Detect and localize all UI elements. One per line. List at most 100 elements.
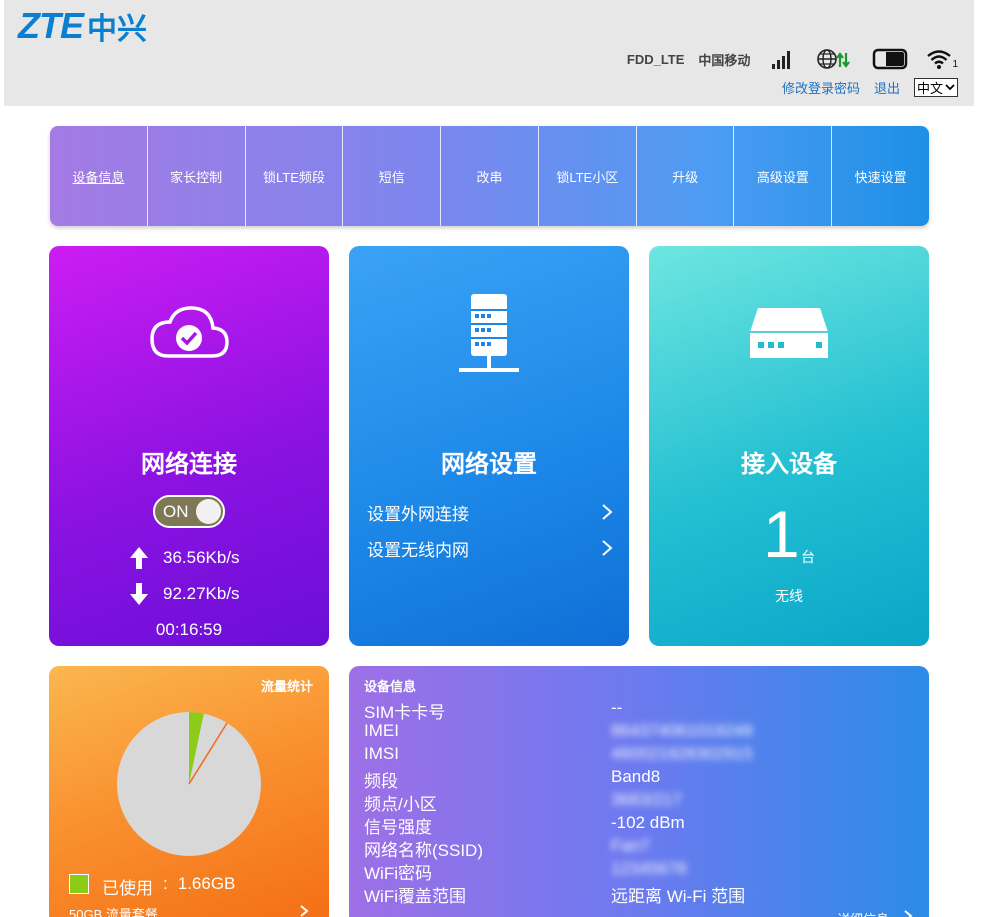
details-link[interactable]: 详细信息	[837, 909, 913, 917]
link-label: 设置无线内网	[367, 540, 469, 560]
nav-advanced-settings[interactable]: 高级设置	[734, 126, 833, 226]
logo-text: ZTE	[18, 5, 84, 46]
info-key: 网络名称(SSID)	[364, 841, 483, 860]
network-connection-card: 网络连接 ON 36.56Kb/s 92.27Kb/s 00:16:59	[49, 246, 329, 646]
router-icon	[750, 308, 828, 358]
used-value: 1.66GB	[177, 874, 236, 893]
info-key: WiFi覆盖范围	[364, 887, 466, 906]
connection-toggle[interactable]: ON	[153, 495, 225, 528]
info-row-sim: SIM卡卡号 --	[364, 698, 914, 722]
device-type: 无线	[775, 588, 803, 604]
card-title: 接入设备	[741, 451, 837, 478]
wan-settings-link[interactable]: 设置外网连接	[367, 499, 613, 525]
nav-label: 快速设置	[854, 169, 907, 185]
info-key: 信号强度	[364, 818, 432, 837]
info-value: 12345678	[611, 859, 687, 878]
device-unit: 台	[801, 549, 815, 565]
cloud-check-icon	[150, 306, 229, 358]
zte-logo: ZTE 中兴	[18, 5, 147, 47]
chevron-right-icon	[602, 540, 613, 556]
lan-settings-link[interactable]: 设置无线内网	[367, 535, 613, 561]
used-legend-swatch	[69, 874, 89, 894]
nav-label: 锁LTE小区	[556, 169, 619, 185]
nav-device-info[interactable]: 设备信息	[50, 126, 148, 226]
nav-upgrade[interactable]: 升级	[637, 126, 735, 226]
download-speed: 92.27Kb/s	[163, 584, 240, 603]
card-title: 网络连接	[141, 451, 237, 478]
chevron-right-icon	[904, 910, 913, 917]
plan-label: 50GB 流量套餐	[69, 907, 158, 917]
info-value: 864374061019248	[611, 721, 753, 740]
used-separator: :	[163, 874, 168, 893]
toggle-label: ON	[163, 502, 189, 521]
info-key: IMSI	[364, 744, 399, 763]
nav-label: 家长控制	[170, 169, 223, 185]
upload-speed-row: 36.56Kb/s	[129, 546, 240, 570]
used-legend: 已使用 : 1.66GB	[102, 874, 235, 899]
nav-lock-lte-cell[interactable]: 锁LTE小区	[539, 126, 637, 226]
wifi-icon: 1	[926, 48, 958, 70]
info-value: -102 dBm	[611, 813, 685, 832]
info-value: Band8	[611, 767, 661, 786]
details-label: 详细信息	[837, 909, 889, 917]
link-label: 设置外网连接	[367, 504, 469, 524]
nav-label: 设备信息	[72, 169, 125, 185]
nav-label: 升级	[672, 169, 699, 185]
info-value: --	[611, 698, 623, 717]
nav-lock-lte-band[interactable]: 锁LTE频段	[246, 126, 344, 226]
nav-label: 短信	[378, 169, 405, 185]
device-count: 1	[763, 497, 800, 571]
chevron-right-icon	[300, 905, 309, 917]
info-key: IMEI	[364, 721, 399, 740]
nav-label: 高级设置	[756, 169, 809, 185]
card-title: 设备信息	[364, 679, 417, 694]
info-value: 460021928302915	[611, 744, 753, 763]
info-value: Fan7	[611, 836, 650, 855]
chevron-right-icon	[602, 504, 613, 520]
nav-change-imei[interactable]: 改串	[441, 126, 539, 226]
arrow-down-icon	[130, 583, 148, 605]
info-key: 频段	[364, 772, 398, 791]
language-value: 中文	[916, 80, 943, 96]
download-speed-row: 92.27Kb/s	[129, 582, 240, 606]
change-password-link[interactable]: 修改登录密码	[782, 78, 860, 97]
info-key: 频点/小区	[364, 795, 437, 814]
data-usage-card: 流量统计 已使用 : 1.66GB 50GB 流量套餐	[49, 666, 329, 917]
used-label: 已使用	[102, 879, 153, 898]
info-row-signal: 信号强度 -102 dBm	[364, 813, 914, 837]
signal-icon	[772, 49, 791, 69]
network-type-label: FDD_LTE	[626, 51, 685, 67]
language-select[interactable]: 中文	[913, 77, 958, 97]
usage-pie	[117, 712, 261, 856]
info-value: 3683/217	[611, 790, 682, 809]
nav-parental-control[interactable]: 家长控制	[148, 126, 246, 226]
logout-link[interactable]: 退出	[874, 78, 900, 97]
info-value: 远距离 Wi-Fi 范围	[611, 887, 746, 906]
connected-devices-card: 接入设备 1 台 无线	[649, 246, 929, 646]
sim-icon	[872, 48, 908, 70]
status-row: FDD_LTE 中国移动 1	[627, 46, 958, 72]
connection-duration: 00:16:59	[155, 620, 223, 639]
info-key: SIM卡卡号	[364, 703, 446, 722]
info-row-imei: IMEI 864374061019248	[364, 721, 914, 743]
server-icon	[459, 294, 519, 372]
info-row-band: 频段 Band8	[364, 767, 914, 791]
globe-data-icon	[816, 48, 851, 70]
header-links: 修改登录密码 退出 中文	[782, 76, 958, 98]
info-key: WiFi密码	[364, 864, 432, 883]
main-nav: 设备信息 家长控制 锁LTE频段 短信 改串 锁LTE小区 升级 高级设置 快速…	[50, 126, 929, 226]
nav-label: 锁LTE频段	[263, 169, 325, 185]
nav-quick-setup[interactable]: 快速设置	[832, 126, 929, 226]
network-settings-card: 网络设置 设置外网连接 设置无线内网	[349, 246, 629, 646]
info-row-imsi: IMSI 460021928302915	[364, 744, 914, 766]
info-row-ssid: 网络名称(SSID) Fan7	[364, 836, 914, 860]
logo-cn-text: 中兴	[87, 12, 147, 47]
nav-sms[interactable]: 短信	[343, 126, 442, 226]
device-info-card: 设备信息 SIM卡卡号 -- IMEI 864374061019248 IMSI…	[349, 666, 929, 917]
card-title: 流量统计	[260, 679, 313, 694]
data-plan-link[interactable]: 50GB 流量套餐	[69, 904, 309, 917]
carrier-label: 中国移动	[698, 52, 751, 68]
info-row-wifi-range: WiFi覆盖范围 远距离 Wi-Fi 范围	[364, 882, 914, 906]
toggle-knob	[196, 499, 221, 524]
wifi-client-count: 1	[952, 59, 958, 70]
